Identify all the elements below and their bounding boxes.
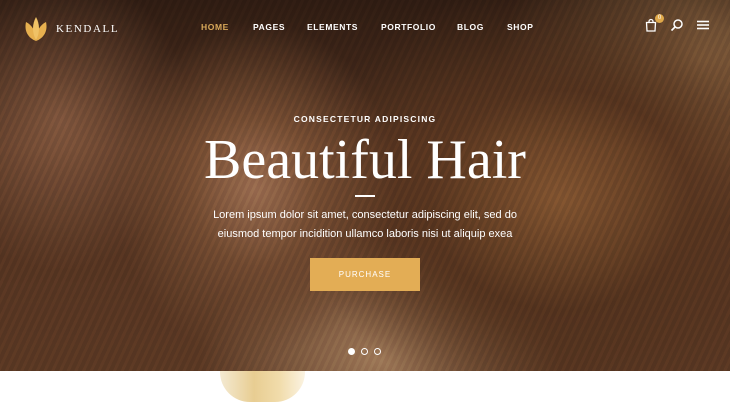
leaf-logo-icon	[25, 17, 47, 41]
search-icon	[670, 19, 683, 32]
slider-dot-2[interactable]	[361, 348, 368, 355]
nav-item-home[interactable]: HOME	[201, 22, 229, 32]
nav-item-elements[interactable]: ELEMENTS	[307, 22, 358, 32]
section-image-partial	[220, 371, 305, 402]
nav-item-pages[interactable]: PAGES	[253, 22, 285, 32]
hero-slider: KENDALL HOME PAGES ELEMENTS PORTFOLIO BL…	[0, 0, 730, 371]
nav-item-shop[interactable]: SHOP	[507, 22, 534, 32]
hero-description: Lorem ipsum dolor sit amet, consectetur …	[165, 206, 565, 244]
slider-pagination	[348, 348, 381, 355]
hero-subtitle: CONSECTETUR ADIPISCING	[293, 114, 437, 124]
title-divider	[355, 195, 375, 197]
slider-dot-3[interactable]	[374, 348, 381, 355]
header-tools: 0	[644, 14, 710, 32]
nav-item-blog[interactable]: BLOG	[457, 22, 484, 32]
cart-button[interactable]: 0	[644, 14, 664, 32]
brand-logo[interactable]: KENDALL	[22, 16, 119, 42]
hero-description-line-1: Lorem ipsum dolor sit amet, consectetur …	[213, 209, 517, 221]
search-button[interactable]	[670, 18, 684, 32]
next-section	[0, 371, 730, 402]
purchase-button[interactable]: PURCHASE	[310, 258, 420, 291]
slider-dot-1[interactable]	[348, 348, 355, 355]
nav-item-portfolio[interactable]: PORTFOLIO	[381, 22, 436, 32]
hero-description-line-2: eiusmod tempor incidition ullamco labori…	[217, 228, 513, 240]
menu-button[interactable]	[696, 18, 710, 32]
hamburger-menu-icon	[697, 20, 709, 30]
brand-name: KENDALL	[56, 23, 120, 35]
cart-count-badge: 0	[655, 14, 664, 23]
hero-title: Beautiful Hair	[204, 129, 526, 191]
